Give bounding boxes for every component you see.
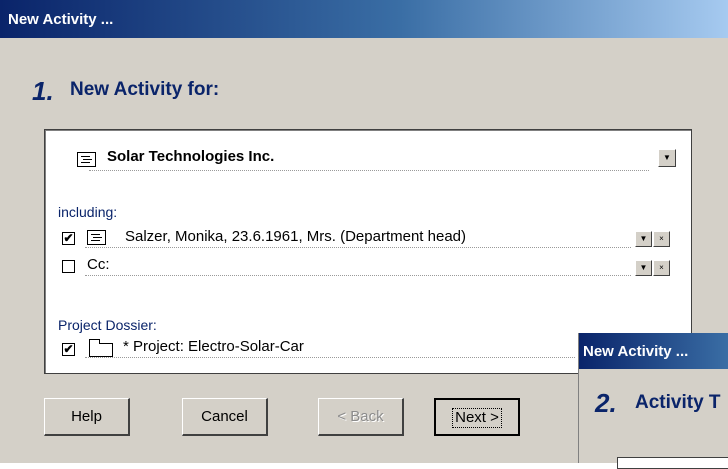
project-dotted-line <box>85 357 575 358</box>
cc-label: Cc: <box>87 256 110 273</box>
project-text: * Project: Electro-Solar-Car <box>123 338 304 355</box>
contact-dropdown-button[interactable]: ▼ <box>635 231 652 247</box>
next-button[interactable]: Next > <box>434 398 520 436</box>
cancel-button[interactable]: Cancel <box>182 398 268 436</box>
company-name: Solar Technologies Inc. <box>107 148 275 165</box>
cancel-button-label: Cancel <box>201 408 248 425</box>
contact-dotted-line <box>85 247 631 248</box>
help-button[interactable]: Help <box>44 398 130 436</box>
second-title-bar: New Activity ... <box>579 333 728 369</box>
back-button[interactable]: < Back <box>318 398 404 436</box>
second-dialog-field[interactable] <box>617 457 728 469</box>
second-window-title: New Activity ... <box>583 343 689 360</box>
contact-document-icon <box>87 230 106 245</box>
folder-icon <box>89 339 113 357</box>
company-dotted-line <box>89 170 649 171</box>
including-label: including: <box>58 204 118 220</box>
next-button-label: Next > <box>452 408 502 428</box>
contact-checkbox[interactable]: ✔ <box>62 232 75 245</box>
project-dossier-label: Project Dossier: <box>58 317 157 333</box>
cc-checkbox[interactable] <box>62 260 75 273</box>
contact-remove-button[interactable]: × <box>653 231 670 247</box>
cc-dropdown-button[interactable]: ▼ <box>635 260 652 276</box>
second-step-number: 2. <box>595 388 617 418</box>
second-dialog[interactable]: New Activity ... 2. Activity T <box>578 333 728 469</box>
step-title: New Activity for: <box>70 79 220 100</box>
title-bar: New Activity ... <box>0 0 728 38</box>
window-title: New Activity ... <box>8 11 114 28</box>
company-document-icon <box>77 152 96 167</box>
back-button-label: < Back <box>337 408 384 425</box>
step-number: 1. <box>32 76 54 106</box>
cc-remove-button[interactable]: × <box>653 260 670 276</box>
help-button-label: Help <box>71 408 102 425</box>
contact-text: Salzer, Monika, 23.6.1961, Mrs. (Departm… <box>125 228 467 245</box>
company-dropdown-button[interactable]: ▼ <box>658 149 676 167</box>
cc-dotted-line <box>85 275 631 276</box>
second-step-title: Activity T <box>635 392 721 413</box>
project-checkbox[interactable]: ✔ <box>62 343 75 356</box>
